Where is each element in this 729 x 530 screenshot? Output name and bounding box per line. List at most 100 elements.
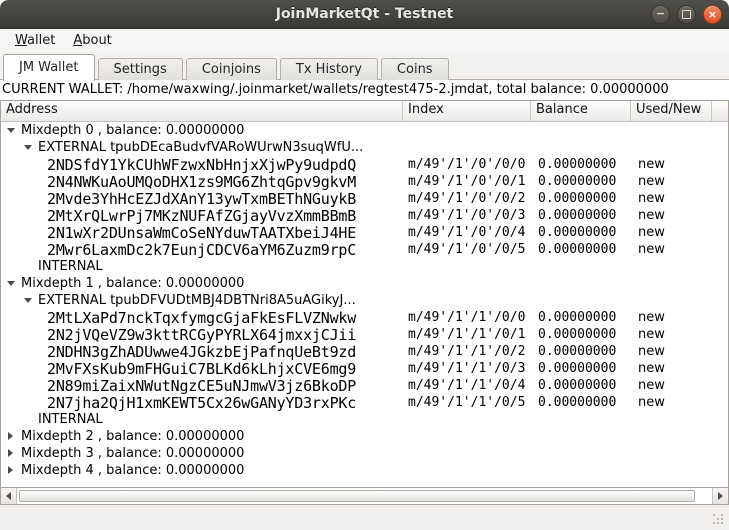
address-row[interactable]: 2MtLXaPd7nckTqxfymgcGjaFkEsFLVZNwkwm/49'…: [1, 309, 728, 326]
cell-index: m/49'/1'/0'/0/3: [403, 208, 531, 223]
address-text: 2MvFXsKub9mFHGuiC7BLKd6kLhjxCVE6mg9: [1, 360, 356, 378]
cell-used-new: new: [631, 378, 665, 393]
cell-used-new: new: [631, 225, 665, 240]
branch-label: INTERNAL: [1, 412, 103, 427]
horizontal-scrollbar[interactable]: [1, 487, 728, 504]
cell-address: 2N89miZaixNWutNgzCE5uNJmwV3jz6BkoDP: [1, 377, 403, 395]
tree-row[interactable]: Mixdepth 3 , balance: 0.00000000: [1, 445, 728, 462]
cell-address: 2N2jVQeVZ9w3kttRCGyPYRLX64jmxxjCJii: [1, 326, 403, 344]
titlebar[interactable]: JoinMarketQt - Testnet − ×: [0, 0, 729, 29]
address-row[interactable]: 2NDHN3gZhADUwwe4JGkzbEjPafnqUeBt9zdm/49'…: [1, 343, 728, 360]
tree-row[interactable]: INTERNAL: [1, 411, 728, 428]
tree-row[interactable]: EXTERNAL tpubDEcaBudvfVARoWUrwN3suqWfU..…: [1, 139, 728, 156]
scroll-left-button[interactable]: [1, 488, 17, 504]
branch-label: INTERNAL: [1, 259, 103, 274]
cell-address: Mixdepth 3 , balance: 0.00000000: [1, 446, 403, 461]
cell-index: m/49'/1'/1'/0/4: [403, 378, 531, 393]
triangle-right-icon[interactable]: [6, 466, 15, 475]
cell-used-new: new: [631, 157, 665, 172]
menu-about[interactable]: About: [64, 31, 120, 50]
cell-balance: 0.00000000: [531, 378, 631, 393]
tree-row[interactable]: INTERNAL: [1, 258, 728, 275]
tree-row[interactable]: Mixdepth 0 , balance: 0.00000000: [1, 122, 728, 139]
triangle-down-icon[interactable]: [6, 126, 15, 135]
scroll-right-icon: [718, 492, 723, 500]
triangle-right-icon[interactable]: [6, 449, 15, 458]
tab-settings[interactable]: Settings: [98, 58, 183, 80]
cell-index: m/49'/1'/1'/0/5: [403, 395, 531, 410]
address-row[interactable]: 2N2jVQeVZ9w3kttRCGyPYRLX64jmxxjCJii m/49'…: [1, 326, 728, 343]
address-text: 2N2jVQeVZ9w3kttRCGyPYRLX64jmxxjCJii: [1, 326, 356, 344]
address-text: 2N7jha2QjH1xmKEWT5Cx26wGANyYD3rxPKc: [1, 394, 356, 412]
close-button[interactable]: ×: [703, 5, 722, 24]
triangle-down-icon[interactable]: [23, 296, 32, 305]
scrollbar-thumb[interactable]: [19, 490, 695, 502]
address-text: 2N4NWKuAoUMQoDHX1zs9MG6ZhtqGpv9gkvM: [1, 173, 356, 191]
address-row[interactable]: 2MvFXsKub9mFHGuiC7BLKd6kLhjxCVE6mg9m/49'…: [1, 360, 728, 377]
address-row[interactable]: 2MtXrQLwrPj7MKzNUFAfZGjayVvzXmmBBmB m/49'…: [1, 207, 728, 224]
cell-balance: 0.00000000: [531, 191, 631, 206]
minimize-button[interactable]: −: [651, 5, 670, 24]
tab-jm-wallet[interactable]: JM Wallet: [3, 54, 95, 81]
cell-balance: 0.00000000: [531, 361, 631, 376]
tree-header: AddressIndexBalanceUsed/New: [1, 101, 728, 122]
tab-tx-history[interactable]: Tx History: [280, 58, 378, 80]
cell-used-new: new: [631, 310, 665, 325]
tree-body: Mixdepth 0 , balance: 0.00000000 EXTERNAL…: [1, 122, 728, 487]
address-row[interactable]: 2Mvde3YhHcEZJdXAnY13ywTxmBEThNGuykBm/49'…: [1, 190, 728, 207]
triangle-down-icon[interactable]: [23, 143, 32, 152]
cell-balance: 0.00000000: [531, 208, 631, 223]
address-row[interactable]: 2N7jha2QjH1xmKEWT5Cx26wGANyYD3rxPKc m/49'…: [1, 394, 728, 411]
cell-used-new: new: [631, 327, 665, 342]
menubar: WalletAbout: [0, 29, 729, 52]
cell-address: 2N1wXr2DUnsaWmCoSeNYduwTAATXbeiJ4HE: [1, 224, 403, 242]
cell-used-new: new: [631, 361, 665, 376]
cell-balance: 0.00000000: [531, 395, 631, 410]
cell-balance: 0.00000000: [531, 310, 631, 325]
mixdepth-label: Mixdepth 0 , balance: 0.00000000: [21, 123, 244, 138]
minimize-icon: −: [656, 8, 665, 19]
cell-used-new: new: [631, 242, 665, 257]
scroll-left-icon: [6, 492, 11, 500]
menu-wallet[interactable]: Wallet: [6, 31, 64, 50]
tab-coinjoins[interactable]: Coinjoins: [186, 58, 277, 80]
address-row[interactable]: 2NDSfdY1YkCUhWFzwxNbHnjxXjwPy9udpdQm/49'…: [1, 156, 728, 173]
address-text: 2NDSfdY1YkCUhWFzwxNbHnjxXjwPy9udpdQ: [1, 156, 356, 174]
cell-balance: 0.00000000: [531, 327, 631, 342]
mixdepth-label: Mixdepth 4 , balance: 0.00000000: [21, 463, 244, 478]
triangle-down-icon[interactable]: [6, 279, 15, 288]
cell-used-new: new: [631, 191, 665, 206]
resize-grip-icon[interactable]: [713, 514, 725, 526]
address-row[interactable]: 2N89miZaixNWutNgzCE5uNJmwV3jz6BkoDPm/49'…: [1, 377, 728, 394]
cell-address: EXTERNAL tpubDFVUDtMBJ4DBTNri8A5uAGikyJ.…: [1, 293, 403, 308]
cell-address: 2NDSfdY1YkCUhWFzwxNbHnjxXjwPy9udpdQ: [1, 156, 403, 174]
cell-balance: 0.00000000: [531, 225, 631, 240]
tab-coins[interactable]: Coins: [381, 58, 449, 80]
cell-address: 2N4NWKuAoUMQoDHX1zs9MG6ZhtqGpv9gkvM: [1, 173, 403, 191]
window-title: JoinMarketQt - Testnet: [276, 6, 454, 22]
branch-label: EXTERNAL tpubDEcaBudvfVARoWUrwN3suqWfU..…: [38, 140, 363, 155]
column-header-index[interactable]: Index: [403, 101, 531, 121]
column-header-balance[interactable]: Balance: [531, 101, 631, 121]
cell-used-new: new: [631, 395, 665, 410]
column-header-address[interactable]: Address: [1, 101, 403, 121]
tree-row[interactable]: Mixdepth 2 , balance: 0.00000000: [1, 428, 728, 445]
triangle-right-icon[interactable]: [6, 432, 15, 441]
address-row[interactable]: 2N4NWKuAoUMQoDHX1zs9MG6ZhtqGpv9gkvM m/49'…: [1, 173, 728, 190]
address-text: 2Mvde3YhHcEZJdXAnY13ywTxmBEThNGuykB: [1, 190, 356, 208]
tree-row[interactable]: Mixdepth 1 , balance: 0.00000000: [1, 275, 728, 292]
scroll-right-button[interactable]: [712, 488, 728, 504]
column-header-used-new[interactable]: Used/New: [631, 101, 712, 121]
address-text: 2MtXrQLwrPj7MKzNUFAfZGjayVvzXmmBBmB: [1, 207, 356, 225]
mixdepth-label: Mixdepth 1 , balance: 0.00000000: [21, 276, 244, 291]
maximize-button[interactable]: [677, 5, 696, 24]
cell-index: m/49'/1'/0'/0/1: [403, 174, 531, 189]
cell-used-new: new: [631, 174, 665, 189]
address-row[interactable]: 2N1wXr2DUnsaWmCoSeNYduwTAATXbeiJ4HEm/49'…: [1, 224, 728, 241]
tree-row[interactable]: Mixdepth 4 , balance: 0.00000000: [1, 462, 728, 479]
tree-row[interactable]: EXTERNAL tpubDFVUDtMBJ4DBTNri8A5uAGikyJ.…: [1, 292, 728, 309]
cell-index: m/49'/1'/1'/0/2: [403, 344, 531, 359]
mixdepth-label: Mixdepth 3 , balance: 0.00000000: [21, 446, 244, 461]
address-row[interactable]: 2Mwr6LaxmDc2k7EunjCDCV6aYM6Zuzm9rpCm/49'…: [1, 241, 728, 258]
cell-index: m/49'/1'/1'/0/1: [403, 327, 531, 342]
